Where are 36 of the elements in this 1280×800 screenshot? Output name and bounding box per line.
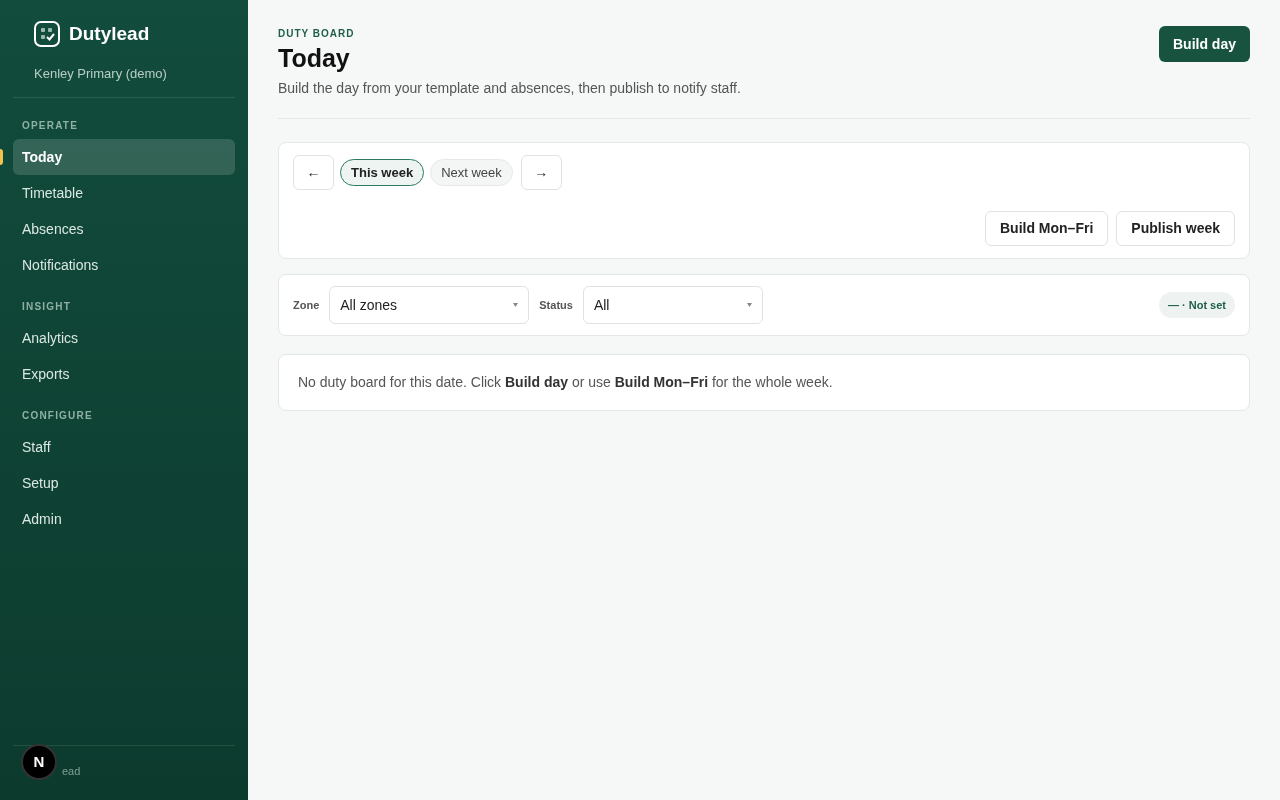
nav-item[interactable]: Setup [13, 465, 235, 501]
previous-week-button[interactable]: ← [293, 155, 334, 190]
filter-label: Zone [293, 297, 320, 313]
page-subtitle: Build the day from your template and absences, then publish to notify staff. [278, 79, 741, 98]
caret-icon [513, 303, 519, 307]
empty-state-message: No duty board for this date. Click Build day or use Build Mon–Fri for the whole week. [298, 373, 833, 392]
nav-item[interactable]: Staff [13, 429, 235, 465]
week-tab[interactable]: Next week [430, 159, 513, 186]
section-heading: CONFIGURE [21, 409, 94, 423]
filter-label: Status [539, 297, 573, 313]
nav-item[interactable]: Notifications [13, 247, 235, 283]
caret-icon [746, 303, 752, 307]
nav-item[interactable]: Admin [13, 501, 235, 537]
filter-dropdown[interactable]: All [582, 286, 763, 324]
organization-name: Kenley Primary (demo) [34, 64, 168, 83]
brand-name: Dutylead [69, 22, 150, 46]
next-week-button[interactable]: → [520, 155, 562, 190]
status-badge: — · Not set [1158, 291, 1235, 319]
nav-item[interactable]: Exports [13, 356, 235, 392]
filter-dropdown[interactable]: All zones [329, 286, 530, 324]
build-day-button[interactable]: Build day [1159, 26, 1250, 62]
nav-item[interactable]: Timetable [13, 175, 235, 211]
page-eyebrow: DUTY BOARD [278, 27, 356, 41]
logo-icon [34, 21, 60, 48]
week-action-button[interactable]: Publish week [1116, 211, 1235, 246]
page-title: Today [278, 43, 351, 74]
footer-text: ead [62, 765, 81, 777]
nav-item[interactable]: Analytics [13, 320, 235, 356]
section-heading: INSIGHT [21, 300, 72, 314]
week-tab[interactable]: This week [340, 159, 425, 186]
nav-item[interactable]: Absences [13, 211, 235, 247]
section-heading: OPERATE [21, 119, 79, 133]
nav-item[interactable]: Today [13, 139, 235, 175]
week-action-button[interactable]: Build Mon–Fri [984, 211, 1109, 246]
active-indicator [0, 149, 3, 165]
dev-tools-button[interactable]: N [21, 744, 57, 780]
